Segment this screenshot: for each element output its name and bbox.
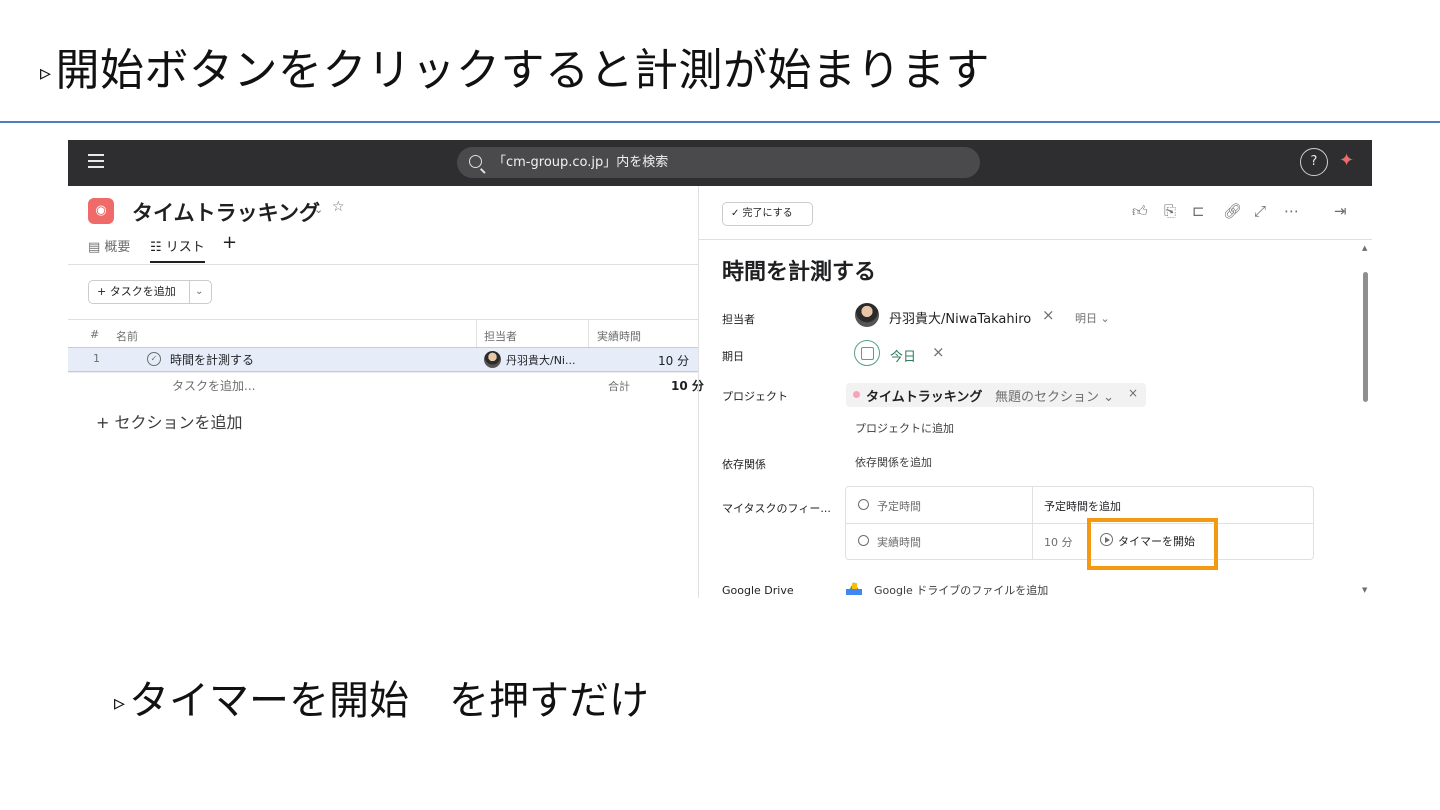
column-header-num: # bbox=[90, 328, 100, 341]
task-assignee[interactable]: 丹羽貴大/Ni... bbox=[506, 352, 575, 368]
project-remove-icon[interactable]: × bbox=[1128, 386, 1138, 400]
custom-fields-table: 予定時間 予定時間を追加 実績時間 10 分 タイマーを開始 bbox=[845, 486, 1314, 560]
project-value[interactable]: タイムトラッキング bbox=[866, 386, 982, 405]
add-dependency-link[interactable]: 依存関係を追加 bbox=[855, 454, 932, 470]
assignee-label: 担当者 bbox=[722, 313, 755, 326]
due-remove-icon[interactable]: × bbox=[932, 343, 945, 361]
divider bbox=[68, 319, 698, 320]
check-circle-icon[interactable]: ✓ bbox=[147, 352, 161, 366]
more-icon[interactable]: ⋯ bbox=[1284, 202, 1299, 220]
add-task-inline[interactable]: タスクを追加... bbox=[172, 377, 255, 394]
search-icon bbox=[469, 155, 482, 168]
close-panel-icon[interactable]: ⇥ bbox=[1334, 202, 1347, 220]
start-timer-highlight bbox=[1087, 518, 1218, 570]
menu-icon[interactable] bbox=[88, 154, 104, 168]
like-icon[interactable]: 👍︎ bbox=[1132, 202, 1148, 221]
help-button[interactable]: ? bbox=[1300, 148, 1328, 176]
avatar bbox=[484, 351, 501, 368]
task-name[interactable]: 時間を計測する bbox=[170, 351, 254, 368]
star-icon[interactable]: ☆ bbox=[332, 199, 345, 215]
column-header-actual-time[interactable]: 実績時間 bbox=[597, 328, 641, 344]
tab-list[interactable]: ☷ リスト bbox=[150, 236, 205, 263]
planned-time-add[interactable]: 予定時間を追加 bbox=[1044, 498, 1121, 514]
chevron-down-icon[interactable]: ⌄ bbox=[195, 281, 203, 303]
attachment-icon[interactable]: ⎘ bbox=[1164, 202, 1176, 220]
search-placeholder: 「cm-group.co.jp」内を検索 bbox=[493, 155, 669, 170]
dependency-label: 依存関係 bbox=[722, 458, 766, 471]
add-drive-file-link[interactable]: Google ドライブのファイルを追加 bbox=[874, 582, 1048, 598]
list-icon: ☷ bbox=[150, 240, 166, 255]
table-row[interactable] bbox=[68, 347, 698, 372]
task-title[interactable]: 時間を計測する bbox=[722, 254, 876, 286]
project-title[interactable]: タイムトラッキング bbox=[132, 197, 320, 227]
project-icon: ◉ bbox=[88, 198, 114, 224]
assignee-remove-icon[interactable]: × bbox=[1042, 306, 1055, 324]
link-icon[interactable]: 🔗︎ bbox=[1223, 202, 1242, 220]
avatar bbox=[855, 303, 879, 327]
slide-title-text: 開始ボタンをクリックすると計測が始まります bbox=[55, 45, 991, 96]
scroll-down-icon[interactable]: ▼ bbox=[1362, 586, 1367, 594]
actual-time-value[interactable]: 10 分 bbox=[1044, 534, 1073, 550]
tab-overview[interactable]: ▤ 概要 bbox=[88, 236, 130, 255]
triangle-marker-icon: ▹ bbox=[40, 60, 52, 86]
complete-button[interactable]: ✓ 完了にする bbox=[722, 202, 813, 226]
scrollbar[interactable] bbox=[1363, 272, 1368, 402]
add-section-button[interactable]: + セクションを追加 bbox=[96, 409, 243, 433]
due-value[interactable]: 今日 bbox=[890, 346, 916, 365]
task-actual-time[interactable]: 10 分 bbox=[658, 352, 689, 369]
chevron-down-icon[interactable]: ⌄ bbox=[314, 203, 323, 216]
panel-divider bbox=[698, 186, 699, 598]
divider bbox=[68, 372, 698, 373]
column-header-assignee[interactable]: 担当者 bbox=[484, 328, 517, 344]
assignee-value[interactable]: 丹羽貴大/NiwaTakahiro bbox=[889, 308, 1031, 327]
project-section-dropdown[interactable]: 無題のセクション ⌄ bbox=[995, 386, 1114, 405]
title-divider bbox=[0, 121, 1440, 123]
google-drive-icon bbox=[846, 582, 862, 595]
total-label: 合計 bbox=[608, 380, 630, 393]
my-task-fields-label: マイタスクのフィー... bbox=[722, 502, 831, 515]
project-label: プロジェクト bbox=[722, 390, 788, 403]
search-input[interactable]: 「cm-group.co.jp」内を検索 bbox=[457, 147, 980, 178]
add-to-project-link[interactable]: プロジェクトに追加 bbox=[855, 420, 954, 436]
add-tab-button[interactable]: + bbox=[222, 232, 237, 253]
column-header-name[interactable]: 名前 bbox=[116, 328, 138, 344]
clock-icon bbox=[858, 499, 869, 510]
due-label: 期日 bbox=[722, 350, 744, 363]
scroll-up-icon[interactable]: ▲ bbox=[1362, 244, 1367, 252]
planned-time-label: 予定時間 bbox=[877, 500, 921, 513]
triangle-marker-icon: ▹ bbox=[114, 690, 126, 716]
row-number: 1 bbox=[93, 352, 100, 365]
project-color-dot bbox=[853, 391, 860, 398]
slide-title: ▹開始ボタンをクリックすると計測が始まります bbox=[40, 34, 990, 98]
slide-caption: ▹ タイマーを開始 を押すだけ bbox=[114, 668, 649, 726]
divider bbox=[698, 239, 1372, 240]
stopwatch-icon bbox=[858, 535, 869, 546]
drive-label: Google Drive bbox=[722, 584, 794, 597]
app-screenshot: 「cm-group.co.jp」内を検索 ? ✦ ◉ タイムトラッキング ⌄ ☆… bbox=[68, 140, 1372, 598]
expand-icon[interactable]: ⤢ bbox=[1254, 202, 1266, 220]
divider bbox=[68, 264, 698, 265]
assignee-due-dropdown[interactable]: 明日 ⌄ bbox=[1075, 310, 1110, 326]
ai-sparkle-icon[interactable]: ✦ bbox=[1339, 150, 1354, 171]
overview-icon: ▤ bbox=[88, 240, 105, 255]
subtask-icon[interactable]: ⊏ bbox=[1192, 202, 1205, 220]
calendar-icon[interactable] bbox=[854, 340, 880, 366]
add-task-button[interactable]: + タスクを追加 ⌄ bbox=[88, 280, 212, 304]
slide-caption-text: タイマーを開始 を押すだけ bbox=[129, 678, 650, 724]
top-bar: 「cm-group.co.jp」内を検索 ? ✦ bbox=[68, 140, 1372, 186]
actual-time-label: 実績時間 bbox=[877, 536, 921, 549]
